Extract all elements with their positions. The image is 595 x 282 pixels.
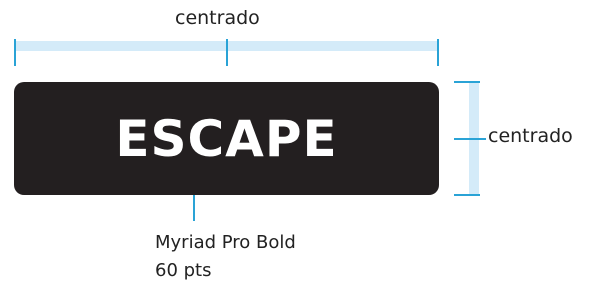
side-dimension-bottom-tick <box>454 194 480 196</box>
side-dimension-leader <box>480 138 486 140</box>
escape-key: ESCAPE <box>14 82 439 195</box>
spec-font-size: 60 pts <box>155 260 212 281</box>
top-dimension-right-tick <box>437 39 439 66</box>
spec-font-name: Myriad Pro Bold <box>155 232 296 253</box>
top-dimension-label: centrado <box>175 7 260 29</box>
side-dimension-label: centrado <box>488 125 573 147</box>
escape-key-label: ESCAPE <box>115 109 338 168</box>
spec-leader-line <box>193 195 195 221</box>
top-dimension-left-tick <box>14 39 16 66</box>
top-dimension-center-tick <box>226 39 228 66</box>
side-dimension-top-tick <box>454 81 480 83</box>
side-dimension-center-tick <box>454 138 480 140</box>
